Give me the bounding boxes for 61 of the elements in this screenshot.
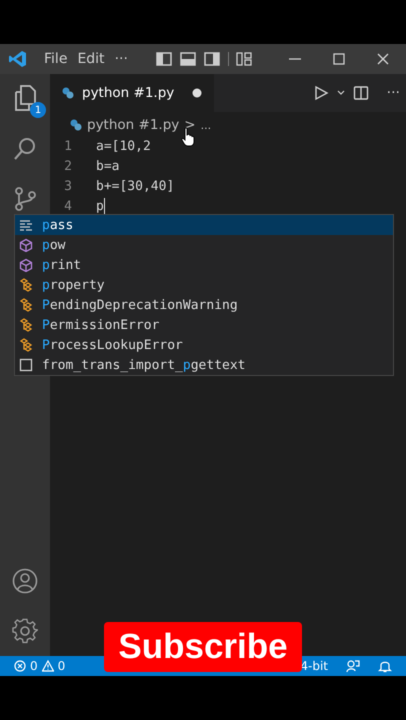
- suggestion-item[interactable]: PermissionError: [15, 315, 393, 335]
- settings-icon[interactable]: [12, 618, 38, 644]
- code-line: a=[10,2: [96, 138, 151, 154]
- search-icon[interactable]: [12, 136, 38, 162]
- line-number: 1: [63, 138, 73, 154]
- vscode-logo-icon: [8, 49, 28, 69]
- more-actions-button[interactable]: ···: [386, 85, 400, 101]
- feedback-icon[interactable]: [346, 659, 360, 673]
- status-item[interactable]: 4-bit: [300, 659, 328, 673]
- class-icon: [19, 338, 33, 352]
- suggestion-item[interactable]: PendingDeprecationWarning: [15, 295, 393, 315]
- split-editor-icon[interactable]: [352, 85, 369, 101]
- sidebar-toggle-icon[interactable]: [156, 52, 172, 66]
- secondary-sidebar-icon[interactable]: [204, 52, 220, 66]
- layout-icon[interactable]: [228, 52, 252, 66]
- line-number: 3: [63, 178, 73, 194]
- suggestion-item[interactable]: p rint: [15, 255, 393, 275]
- source-control-icon[interactable]: [12, 186, 38, 212]
- suggestion-item[interactable]: p roperty: [15, 275, 393, 295]
- warning-icon: [42, 660, 54, 672]
- tab-label: python #1.py: [82, 85, 174, 101]
- hand-pointer-icon: [181, 127, 195, 147]
- close-icon[interactable]: [376, 52, 390, 66]
- menu-item[interactable]: Edit: [77, 51, 105, 67]
- subscribe-button[interactable]: Subscribe: [104, 622, 302, 672]
- menu-item[interactable]: File: [44, 51, 68, 67]
- editor-tab[interactable]: python #1.py: [50, 74, 214, 112]
- python-file-icon: [70, 118, 82, 132]
- python-file-icon: [62, 86, 74, 100]
- line-number: 4: [63, 198, 73, 214]
- chevron-down-icon[interactable]: [336, 90, 345, 96]
- maximize-icon[interactable]: [332, 52, 346, 66]
- cube-icon: [19, 238, 33, 252]
- line-number: 2: [63, 158, 73, 174]
- breadcrumb-item[interactable]: python #1.py: [87, 117, 180, 133]
- run-icon[interactable]: [312, 85, 329, 101]
- class-icon: [19, 298, 33, 312]
- suggestion-item[interactable]: pass: [15, 215, 393, 235]
- unsaved-dot-icon: [192, 88, 202, 98]
- suggestion-item[interactable]: from_trans_import_pgettext: [15, 355, 393, 375]
- files-icon[interactable]: [12, 84, 38, 112]
- notification-badge: 1: [30, 102, 46, 118]
- suggestion-item[interactable]: pow: [15, 235, 393, 255]
- square-icon: [19, 358, 33, 372]
- account-icon[interactable]: [12, 568, 38, 594]
- code-line: b=a: [96, 158, 120, 174]
- problems-status[interactable]: 0 0: [14, 659, 66, 673]
- cube-icon: [19, 258, 33, 272]
- suggestion-item[interactable]: ProcessLookupError: [15, 335, 393, 355]
- bell-icon[interactable]: [378, 659, 392, 673]
- class-icon: [19, 318, 33, 332]
- menu-item[interactable]: ···: [114, 51, 128, 67]
- text-cursor: [104, 198, 105, 214]
- code-line: b+=[30,40]: [96, 178, 174, 194]
- panel-toggle-icon[interactable]: [180, 52, 196, 66]
- code-line: p: [96, 198, 104, 214]
- breadcrumb-separator: >: [184, 117, 196, 133]
- breadcrumb-item[interactable]: ...: [200, 118, 212, 132]
- class-icon: [19, 278, 33, 292]
- keyword-icon: [19, 218, 33, 232]
- error-icon: [14, 660, 26, 672]
